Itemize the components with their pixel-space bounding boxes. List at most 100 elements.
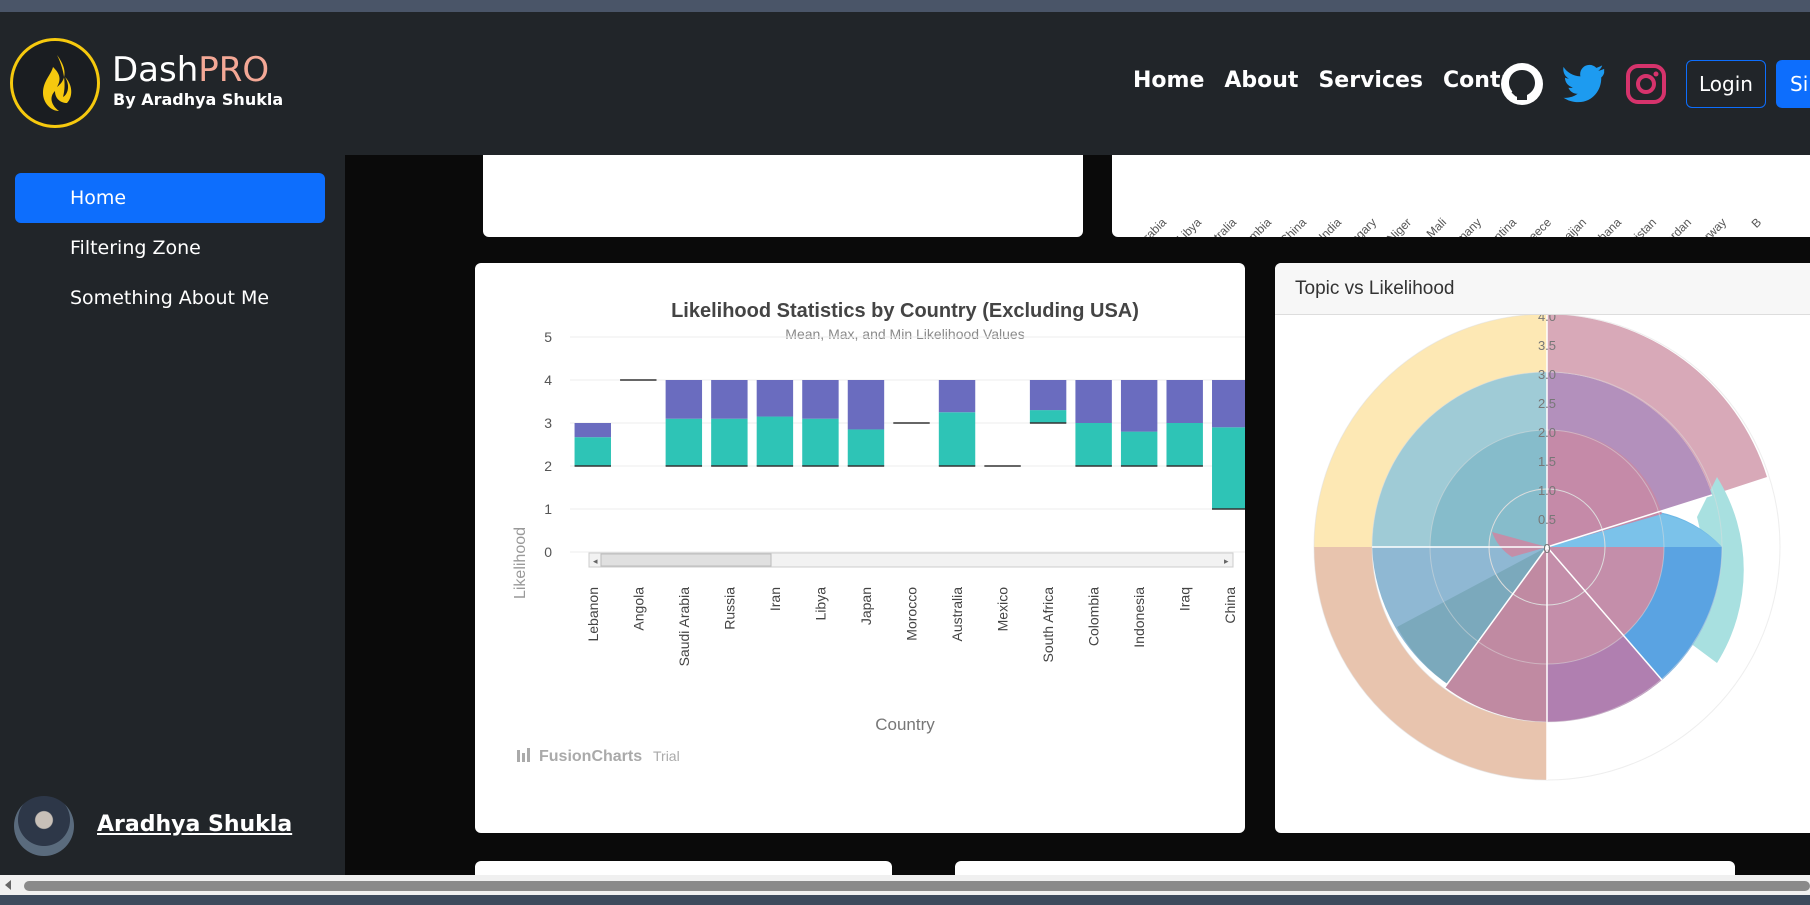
chart-scroll-left-arrow-icon[interactable]: ◂ bbox=[593, 557, 598, 567]
top-left-card bbox=[483, 155, 1083, 237]
bar-mean[interactable] bbox=[847, 429, 885, 466]
likelihood-bar-chart: Likelihood Statistics by Country (Exclud… bbox=[512, 300, 1253, 765]
chart-x-tick-label: Iran bbox=[767, 587, 783, 611]
chart-x-tick-label: China bbox=[1222, 587, 1238, 624]
bar-max[interactable] bbox=[1166, 380, 1203, 423]
top-chart-x-label: Norway bbox=[1690, 215, 1729, 237]
bar-mean[interactable] bbox=[1120, 431, 1158, 466]
chart-x-tick-label: Iraq bbox=[1177, 587, 1193, 611]
nav-home-link[interactable]: Home bbox=[1133, 68, 1204, 93]
login-button[interactable]: Login bbox=[1686, 60, 1766, 108]
bar-mean[interactable] bbox=[756, 416, 794, 466]
bar-max[interactable] bbox=[847, 380, 885, 430]
bar-mean[interactable] bbox=[802, 418, 839, 466]
chart-x-tick-label: Colombia bbox=[1086, 587, 1102, 646]
top-chart-x-label: Jordan bbox=[1658, 215, 1694, 237]
bar-mean[interactable] bbox=[665, 418, 703, 466]
chart-x-tick-label: Indonesia bbox=[1131, 587, 1147, 648]
top-chart-x-label: Greece bbox=[1516, 215, 1554, 237]
chart-x-tick-label: Saudi Arabia bbox=[676, 587, 692, 667]
polar-radial-ticks: 4.0 3.5 3.0 2.5 2.0 1.5 1.0 0.5 0 bbox=[1538, 315, 1556, 556]
bar-max[interactable] bbox=[802, 380, 839, 419]
signup-button[interactable]: Si bbox=[1776, 60, 1810, 108]
nav-about-link[interactable]: About bbox=[1224, 68, 1298, 93]
brand-name-main: Dash bbox=[112, 50, 199, 90]
polar-tick: 3.0 bbox=[1538, 367, 1556, 382]
avatar[interactable] bbox=[14, 796, 74, 856]
bar-mean[interactable] bbox=[711, 418, 748, 466]
brand-name-accent: PRO bbox=[198, 50, 270, 90]
polar-tick: 1.0 bbox=[1538, 483, 1556, 498]
navbar: DashPRO By Aradhya Shukla Home About Ser… bbox=[0, 12, 1810, 155]
bar-max[interactable] bbox=[1075, 380, 1112, 423]
brand-title[interactable]: DashPRO bbox=[112, 50, 269, 90]
bottom-left-card bbox=[475, 861, 892, 875]
bar-max[interactable] bbox=[1212, 380, 1249, 428]
instagram-icon[interactable] bbox=[1624, 62, 1668, 106]
top-chart-x-label: B bbox=[1749, 215, 1765, 231]
sidebar-item-home[interactable]: Home bbox=[15, 173, 325, 223]
chart-y-tick-label: 5 bbox=[544, 329, 552, 345]
window-bottom-strip bbox=[0, 895, 1810, 905]
likelihood-chart-card: Likelihood Statistics by Country (Exclud… bbox=[475, 263, 1253, 833]
top-chart-x-label: Ghana bbox=[1589, 215, 1625, 237]
topic-likelihood-polar-chart: 4.0 3.5 3.0 2.5 2.0 1.5 1.0 0.5 0 bbox=[1313, 315, 1781, 781]
watermark-brand: FusionCharts bbox=[539, 748, 642, 765]
sidebar: Home Filtering Zone Something About Me bbox=[0, 155, 345, 875]
bar-max[interactable] bbox=[938, 380, 976, 413]
bar-mean[interactable] bbox=[574, 437, 611, 466]
polar-tick: 0 bbox=[1543, 541, 1550, 556]
chart-x-tick-label: Angola bbox=[630, 587, 646, 631]
chart-x-axis-label: Country bbox=[875, 715, 935, 734]
polar-tick: 2.0 bbox=[1538, 425, 1556, 440]
fusioncharts-watermark: FusionCharts Trial bbox=[517, 748, 680, 765]
user-name-link[interactable]: Aradhya Shukla bbox=[97, 812, 292, 837]
chart-y-tick-label: 3 bbox=[544, 415, 552, 431]
bottom-right-card bbox=[955, 861, 1735, 875]
polar-tick: 3.5 bbox=[1538, 338, 1556, 353]
chart-x-tick-label: Japan bbox=[858, 587, 874, 625]
polar-tick: 1.5 bbox=[1538, 454, 1556, 469]
bar-max[interactable] bbox=[1029, 380, 1067, 411]
chart-y-axis-label: Likelihood bbox=[512, 527, 529, 599]
sidebar-item-filtering-zone[interactable]: Filtering Zone bbox=[15, 223, 325, 273]
bar-mean[interactable] bbox=[1212, 427, 1249, 509]
chart-x-tick-label: Mexico bbox=[995, 587, 1011, 632]
window-top-strip bbox=[0, 0, 1810, 12]
bar-max[interactable] bbox=[711, 380, 748, 419]
top-chart-x-label: China bbox=[1277, 215, 1309, 237]
watermark-suffix: Trial bbox=[653, 748, 680, 764]
polar-card-header: Topic vs Likelihood bbox=[1275, 263, 1810, 315]
scroll-left-arrow-icon[interactable] bbox=[2, 879, 14, 891]
page-scroll-thumb[interactable] bbox=[24, 881, 1810, 891]
top-chart-x-label: Libya bbox=[1174, 215, 1204, 237]
chart-x-tick-label: South Africa bbox=[1040, 587, 1056, 663]
chart-x-tick-label: Russia bbox=[721, 587, 737, 630]
bar-mean[interactable] bbox=[938, 412, 976, 466]
nav-services-link[interactable]: Services bbox=[1318, 68, 1423, 93]
chart-y-tick-label: 1 bbox=[544, 501, 552, 517]
polar-tick: 4.0 bbox=[1538, 315, 1556, 324]
chart-x-tick-label: Lebanon bbox=[585, 587, 601, 642]
bar-mean[interactable] bbox=[1166, 423, 1203, 466]
chart-y-tick-label: 0 bbox=[544, 544, 552, 560]
chart-horizontal-scrollbar[interactable]: ◂ ▸ bbox=[588, 552, 1234, 568]
flame-logo-icon[interactable] bbox=[10, 38, 100, 128]
bar-max[interactable] bbox=[756, 380, 794, 417]
chart-x-tick-label: Morocco bbox=[904, 587, 920, 641]
top-chart-x-label: Mali bbox=[1424, 215, 1449, 237]
chart-scroll-thumb[interactable] bbox=[600, 553, 772, 567]
bar-mean[interactable] bbox=[1075, 423, 1112, 466]
top-right-chart-card: Saudi ArabiaLibyaAustraliaColombiaChinaI… bbox=[1112, 155, 1810, 237]
bar-mean[interactable] bbox=[1029, 410, 1067, 423]
chart-y-tick-label: 4 bbox=[544, 372, 552, 388]
chart-title: Likelihood Statistics by Country (Exclud… bbox=[671, 300, 1139, 322]
bar-max[interactable] bbox=[665, 380, 703, 419]
github-icon[interactable] bbox=[1500, 62, 1544, 106]
chart-scroll-right-arrow-icon[interactable]: ▸ bbox=[1224, 557, 1229, 567]
bar-max[interactable] bbox=[574, 423, 611, 438]
twitter-icon[interactable] bbox=[1562, 62, 1606, 106]
bar-max[interactable] bbox=[1120, 380, 1158, 432]
sidebar-item-about-me[interactable]: Something About Me bbox=[15, 273, 325, 323]
polar-chart-card: Topic vs Likelihood 4.0 3.5 3.0 2.5 2.0 … bbox=[1275, 263, 1810, 833]
